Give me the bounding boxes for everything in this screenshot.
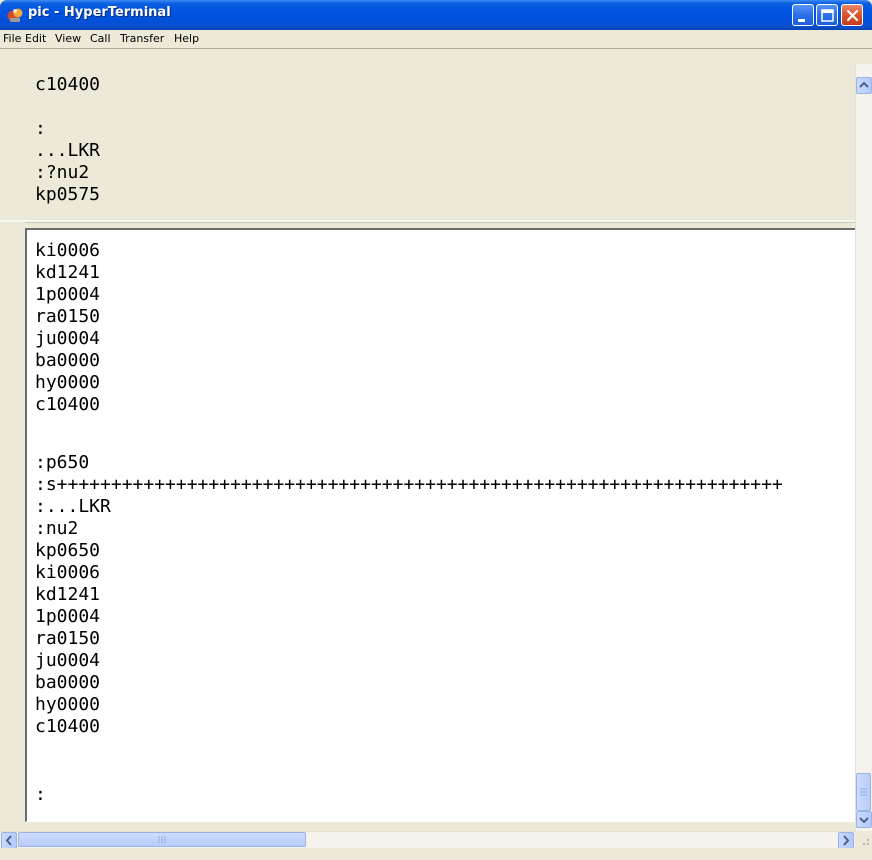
terminal-line: : (35, 784, 46, 805)
scroll-right-button[interactable] (838, 832, 854, 849)
terminal-line: ba0000 (35, 672, 101, 693)
terminal-line: kp0650 (35, 540, 101, 561)
terminal-line: ra0150 (35, 628, 101, 649)
menu-view[interactable]: View (55, 32, 81, 45)
menu-separator (0, 48, 872, 49)
menu-file[interactable]: File (3, 32, 21, 45)
terminal-line: ki0006 (35, 562, 101, 583)
window-bottom-edge (0, 848, 872, 860)
close-icon (846, 9, 859, 22)
terminal-line: ki0006 (35, 240, 101, 261)
chevron-left-icon (5, 835, 12, 846)
maximize-button[interactable] (816, 4, 838, 26)
terminal-line: c10400 (35, 394, 101, 415)
chevron-down-icon (859, 817, 869, 824)
backscroll-line: : (35, 118, 46, 139)
terminal-line: :s++++++++++++++++++++++++++++++++++++++… (35, 474, 783, 495)
terminal-line: :p650 (35, 452, 90, 473)
backscroll-pane[interactable]: c10400 : ...LKR :?nu2 kp0575 (0, 64, 855, 222)
horizontal-scroll-thumb[interactable] (18, 832, 306, 847)
terminal-line: :nu2 (35, 518, 79, 539)
scroll-down-button[interactable] (856, 811, 872, 828)
minimize-button[interactable] (792, 4, 814, 26)
backscroll-line: c10400 (35, 74, 101, 95)
backscroll-line: ...LKR (35, 140, 101, 161)
grip-icon (158, 836, 166, 843)
menu-bar: File Edit View Call Transfer Help (0, 30, 872, 48)
window-title: pic - HyperTerminal (28, 5, 171, 20)
maximize-icon (821, 9, 834, 22)
title-bar[interactable]: pic - HyperTerminal (0, 0, 872, 30)
terminal-line: kd1241 (35, 584, 101, 605)
close-button[interactable] (841, 4, 863, 26)
terminal-line: ju0004 (35, 328, 101, 349)
split-pane-divider[interactable] (0, 220, 855, 223)
terminal-line: ba0000 (35, 350, 101, 371)
terminal-line: hy0000 (35, 694, 101, 715)
terminal-line: 1p0004 (35, 606, 101, 627)
scroll-up-button[interactable] (856, 77, 872, 94)
chevron-up-icon (859, 81, 869, 88)
hyperterminal-icon[interactable] (6, 6, 24, 24)
terminal-line: :...LKR (35, 496, 111, 517)
scroll-left-button[interactable] (1, 832, 17, 849)
terminal-line: ju0004 (35, 650, 101, 671)
terminal-pane[interactable]: ki0006 kd1241 1p0004 ra0150 ju0004 ba000… (25, 228, 855, 822)
vertical-scrollbar[interactable] (855, 64, 872, 831)
backscroll-line: kp0575 (35, 184, 101, 205)
grip-icon (860, 788, 867, 796)
chevron-right-icon (843, 835, 850, 846)
left-gutter (0, 222, 25, 830)
terminal-line: ra0150 (35, 306, 101, 327)
terminal-line: kd1241 (35, 262, 101, 283)
terminal-line: hy0000 (35, 372, 101, 393)
resize-grip[interactable] (855, 831, 872, 848)
minimize-icon (798, 19, 805, 22)
menu-transfer[interactable]: Transfer (120, 32, 164, 45)
menu-edit[interactable]: Edit (25, 32, 46, 45)
backscroll-line: :?nu2 (35, 162, 90, 183)
menu-call[interactable]: Call (90, 32, 111, 45)
terminal-line: 1p0004 (35, 284, 101, 305)
terminal-line: c10400 (35, 716, 101, 737)
hyperterminal-window: pic - HyperTerminal File Edit View Call … (0, 0, 872, 860)
resize-grip-icon (863, 839, 869, 845)
vertical-scroll-thumb[interactable] (856, 773, 871, 811)
menu-help[interactable]: Help (174, 32, 199, 45)
